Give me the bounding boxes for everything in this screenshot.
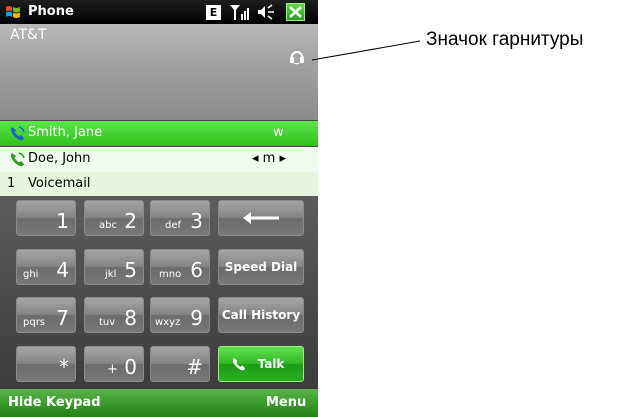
callout-line [311, 40, 421, 61]
callout-label: Значок гарнитуры [426, 29, 584, 50]
